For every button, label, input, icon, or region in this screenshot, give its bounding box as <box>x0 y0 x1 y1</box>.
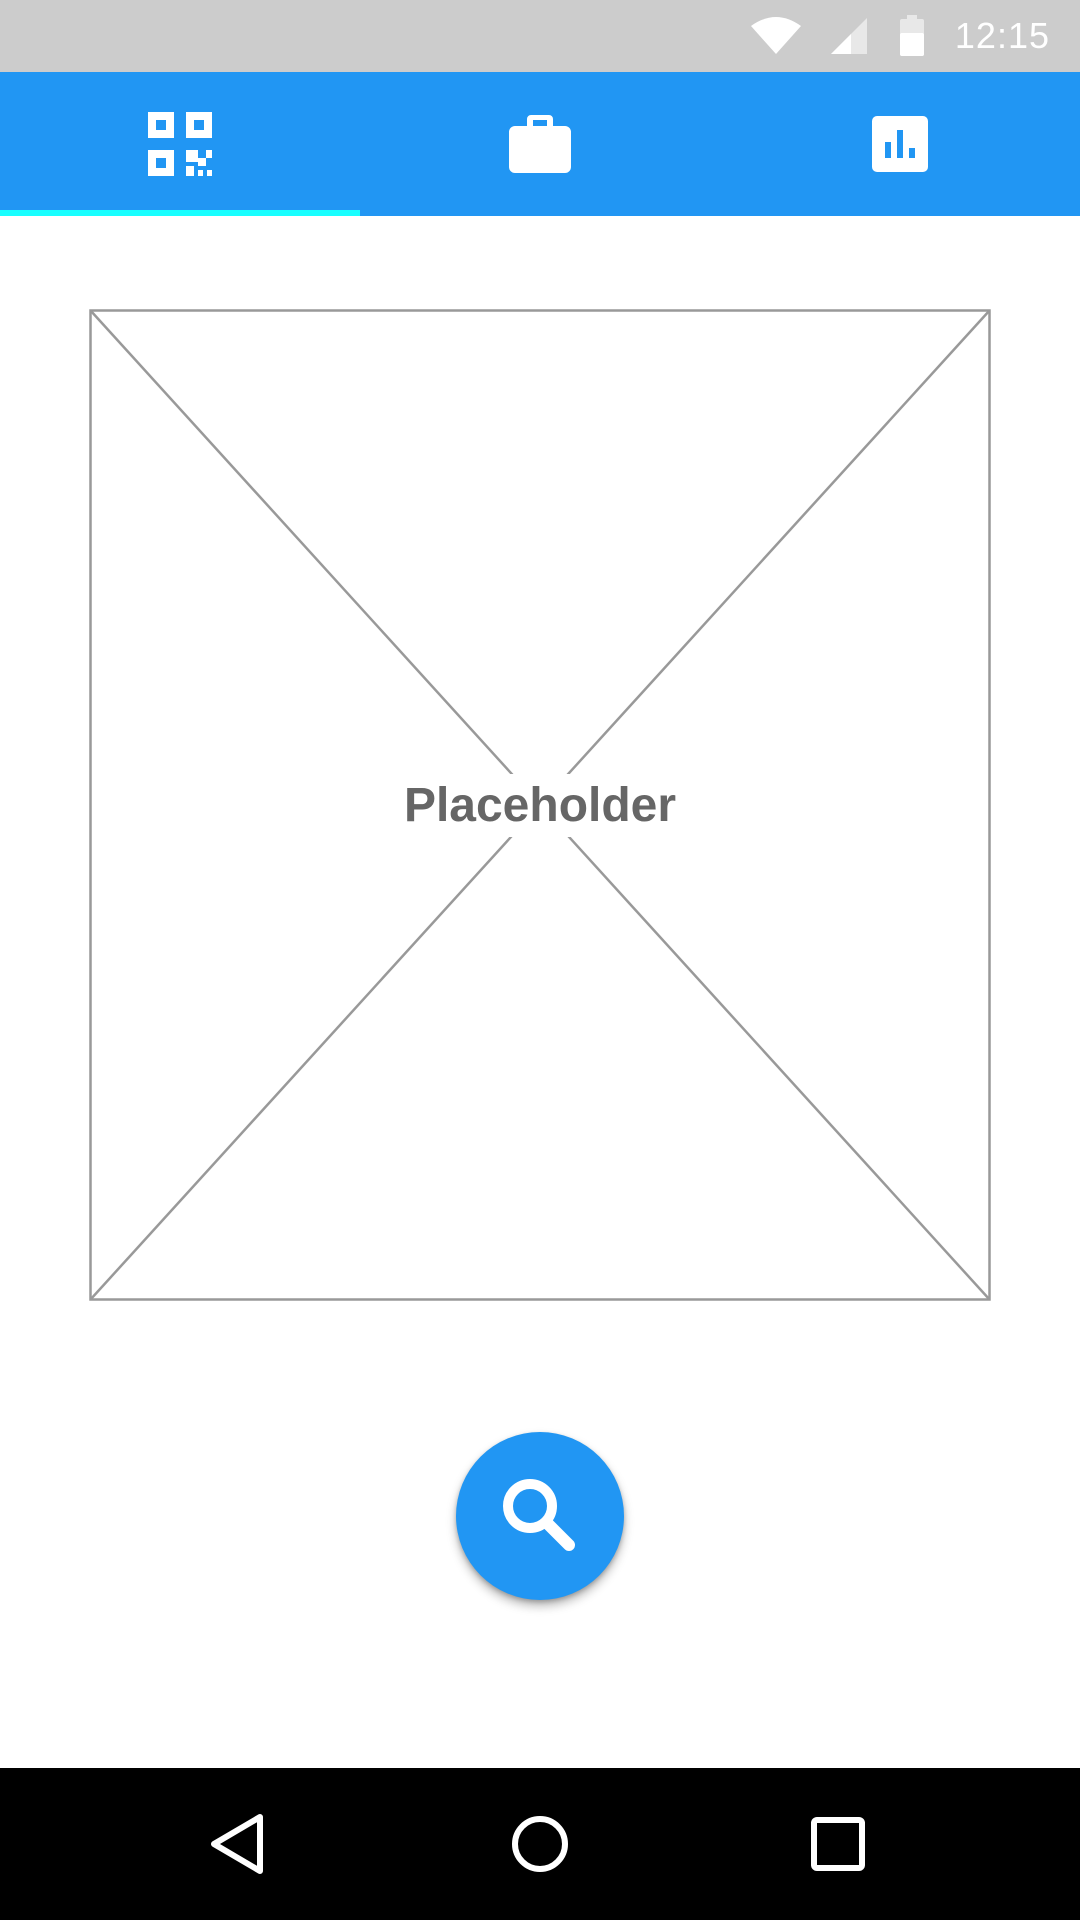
recents-icon <box>811 1817 865 1871</box>
tab-qr-scan[interactable] <box>0 72 360 216</box>
search-fab-button[interactable] <box>456 1432 624 1600</box>
nav-home-button[interactable] <box>460 1768 620 1920</box>
bar-chart-icon <box>872 116 928 172</box>
tab-bar <box>0 72 1080 216</box>
placeholder-label: Placeholder <box>397 773 683 837</box>
back-icon <box>211 1814 263 1874</box>
qr-code-icon <box>148 112 212 176</box>
status-clock: 12:15 <box>954 15 1050 56</box>
status-icons: 12:15 <box>749 0 1050 72</box>
signal-icon <box>830 18 867 54</box>
system-nav-bar <box>0 1768 1080 1920</box>
tab-statistics[interactable] <box>720 72 1080 216</box>
image-placeholder: Placeholder <box>89 309 991 1301</box>
briefcase-icon <box>509 115 571 173</box>
search-icon <box>503 1479 575 1551</box>
tab-portfolio[interactable] <box>360 72 720 216</box>
tab-selected-indicator <box>0 210 360 216</box>
app-screen: 12:15 Placeholder <box>0 0 1080 1920</box>
wifi-icon <box>750 17 801 54</box>
battery-icon <box>899 15 924 56</box>
home-icon <box>512 1816 568 1872</box>
status-bar: 12:15 <box>0 0 1080 72</box>
nav-back-button[interactable] <box>158 1768 318 1920</box>
nav-recents-button[interactable] <box>758 1768 918 1920</box>
